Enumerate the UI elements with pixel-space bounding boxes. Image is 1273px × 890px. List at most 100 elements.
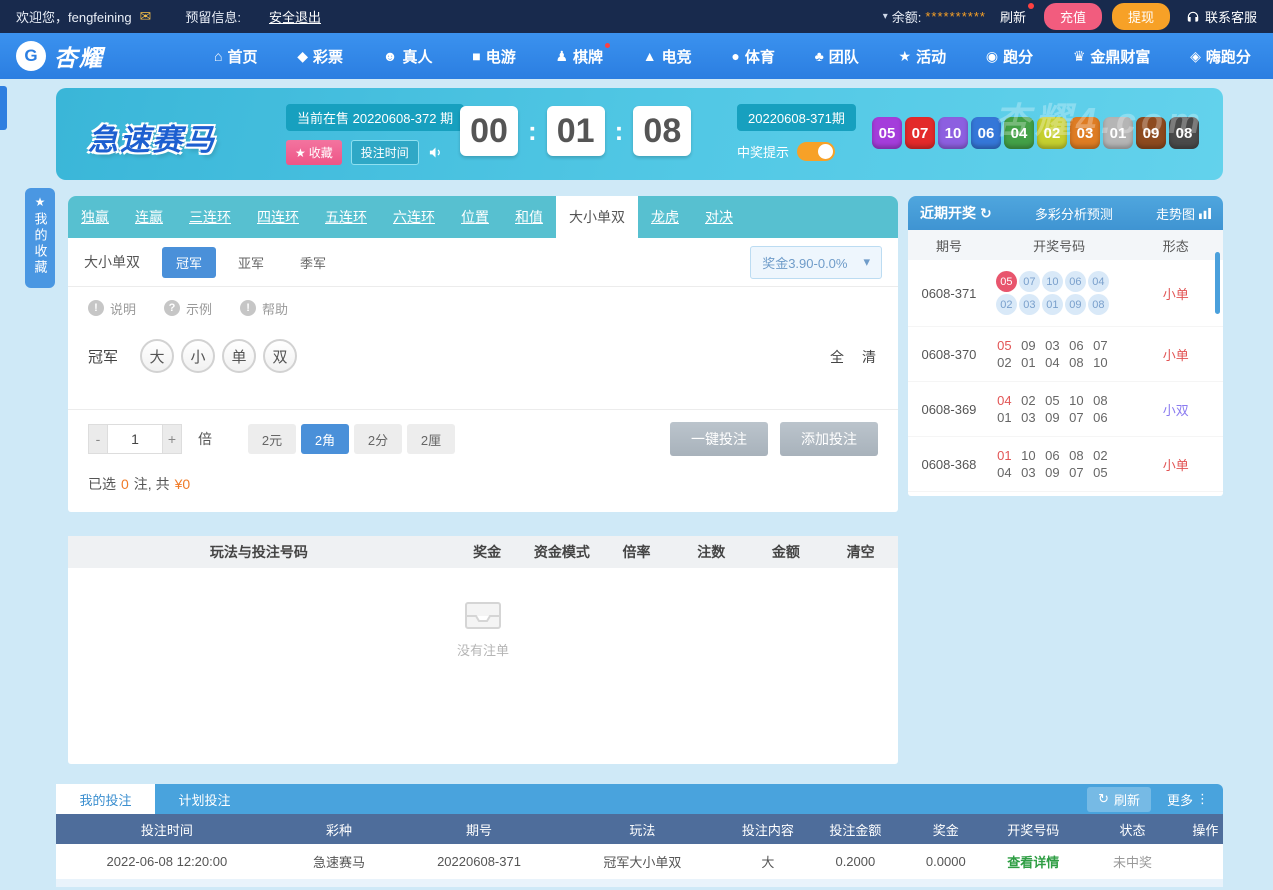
my-favorites-tab[interactable]: ★ 我的收藏 [25,188,55,288]
brand-logo[interactable]: G 杏耀 [16,39,104,73]
play-tab-five-chain[interactable]: 五连环 [312,196,380,238]
denomination-2-fen[interactable]: 2分 [354,424,402,454]
play-tab-duel[interactable]: 对决 [692,196,746,238]
bets-column-draw-numbers: 开奖号码 [1007,822,1060,838]
question-icon: ? [164,300,181,316]
win-tip-toggle[interactable] [797,142,836,161]
nav-item-team[interactable]: ♣ 团队 [815,46,859,67]
balance-caret-icon[interactable]: ▾ [883,11,888,22]
draw-numbers: 05 07 10 06 04 02 03 01 09 08 [990,269,1129,317]
play-tab-six-chain[interactable]: 六连环 [380,196,448,238]
info-icon: ! [240,300,257,316]
hint-help[interactable]: ! 帮助 [240,299,288,318]
draw-num-05: 05 [997,338,1012,353]
sidebar-column-1: 开奖号码 [1033,238,1086,254]
play-tab-big-small-odd-even[interactable]: 大小单双 [556,196,638,238]
nav-item-paofen[interactable]: ◉ 跑分 [986,46,1033,67]
quick-bet-button[interactable]: 一键投注 [670,422,768,456]
play-tab-label: 连赢 [135,209,163,225]
bet-option-big[interactable]: 大 [140,339,174,373]
bet-cell-draw-numbers[interactable]: 查看详情 [990,852,1078,871]
draw-num-03: 03 [1045,338,1060,353]
denomination-2-jiao[interactable]: 2角 [301,424,349,454]
bet-cell-status: 未中奖 [1112,855,1152,870]
stake-row: - + 倍 2元2角2分2厘 一键投注 添加投注 [68,410,898,468]
nav-item-e-games[interactable]: ■ 电游 [472,46,515,67]
rank-pill-third-place[interactable]: 季军 [286,247,340,278]
bet-cell-bet-amount: 0.2000 [835,854,876,869]
nav-item-jinding-wealth[interactable]: ♛ 金鼎财富 [1073,46,1151,67]
rank-pill-runner-up[interactable]: 亚军 [224,247,278,278]
more-button[interactable]: 更多 ⋮ [1167,790,1209,809]
hint-example[interactable]: ? 示例 [164,299,212,318]
betting-panel: 独赢 连赢 三连环 四连环 五连环 六连环 位置 和值 大小单双 龙虎 对决 大小单双 冠军 亚军 季军… [68,196,898,512]
sound-icon[interactable] [428,145,443,160]
draw-num-02: 02 [1093,448,1108,463]
current-issue-badge: 当前在售 20220608-372 期 [286,104,465,131]
scrollbar-thumb[interactable] [1215,252,1220,314]
draw-num-09: 09 [1045,410,1060,425]
bottom-tab-my-bets[interactable]: 我的投注 [56,784,155,814]
draw-num-09: 09 [1045,465,1060,480]
nav-item-lottery[interactable]: ◆ 彩票 [297,46,343,67]
bet-time-button[interactable]: 投注时间 [350,140,419,165]
bet-option-odd[interactable]: 单 [222,339,256,373]
denomination-2-li[interactable]: 2厘 [407,424,455,454]
select-all-link[interactable]: 全 [830,347,844,367]
multiplier-input[interactable] [108,424,162,454]
draw-number-line: 05 07 10 06 04 [995,271,1129,292]
topbar: 欢迎您，fengfeining ✉ 预留信息: 安全退出 ▾ 余额: *****… [0,0,1273,33]
bet-option-small[interactable]: 小 [181,339,215,373]
hint-instructions[interactable]: ! 说明 [88,299,136,318]
nav-item-sports[interactable]: ● 体育 [731,46,774,67]
bottom-tabs: 我的投注 计划投注 [56,784,254,814]
refresh-bets-button[interactable]: ↻ 刷新 [1087,786,1151,812]
add-bet-button[interactable]: 添加投注 [780,422,878,456]
play-tab-solo-win[interactable]: 独赢 [68,196,122,238]
banner-actions: ★ 收藏 投注时间 [286,140,443,165]
nav-item-hi-paofen[interactable]: ◈ 嗨跑分 [1190,46,1251,67]
chess-icon: ♟ [555,47,569,64]
select-all-clear: 全 清 [830,347,876,367]
sidebar-tab-recent-draws[interactable]: 近期开奖 ↻ [920,203,992,223]
bets-table-next-row-partial [56,879,1223,887]
rank-pill-champion[interactable]: 冠军 [162,246,217,278]
multiplier-minus-button[interactable]: - [88,424,108,454]
slip-header: 玩法与投注号码 奖金 资金模式 倍率 注数 金额 清空 [68,536,898,568]
recharge-button[interactable]: 充值 [1043,3,1102,30]
refresh-balance-link[interactable]: 刷新 [1000,3,1034,26]
bottom-tab-plan-bets[interactable]: 计划投注 [155,784,254,814]
selected-amount: ¥0 [174,476,191,492]
play-tab-three-chain[interactable]: 三连环 [176,196,244,238]
bonus-rate-select[interactable]: 奖金3.90-0.0% ▾ [750,245,882,279]
play-tab-label: 龙虎 [651,209,679,225]
sidebar-tab-trend-chart[interactable]: 走势图 [1156,204,1211,223]
nav-item-activity[interactable]: ★ 活动 [899,46,947,67]
bet-option-even[interactable]: 双 [263,339,297,373]
play-tab-dragon-tiger[interactable]: 龙虎 [638,196,692,238]
play-tab-four-chain[interactable]: 四连环 [244,196,312,238]
nav-item-home[interactable]: ⌂ 首页 [214,46,257,67]
collapsed-sidebar-handle[interactable] [0,86,7,130]
mail-icon[interactable]: ✉ [140,8,152,25]
play-tab-multi-win[interactable]: 连赢 [122,196,176,238]
draw-num-04: 04 [997,393,1012,408]
clear-link[interactable]: 清 [862,347,876,367]
nav-item-esports[interactable]: ▲ 电竞 [643,46,692,67]
star-icon: ★ [295,145,306,160]
customer-service-link[interactable]: 联系客服 [1186,7,1257,26]
nav-item-board-games[interactable]: ♟ 棋牌 [555,42,611,67]
denomination-2-yuan[interactable]: 2元 [248,424,296,454]
draw-issue: 0608-371 [921,285,977,301]
play-tab-sum[interactable]: 和值 [502,196,556,238]
nav-item-live-casino[interactable]: ☻ 真人 [383,46,433,67]
sidebar-tab-analysis-forecast[interactable]: 多彩分析预测 [1035,204,1113,223]
logout-link[interactable]: 安全退出 [269,7,321,26]
withdraw-button[interactable]: 提现 [1111,3,1170,30]
multiplier-plus-button[interactable]: + [162,424,182,454]
draw-shape: 小双 [1162,402,1189,418]
play-tab-position[interactable]: 位置 [448,196,502,238]
draw-number-line: 02 03 01 09 08 [995,294,1129,315]
favorite-button[interactable]: ★ 收藏 [286,140,342,165]
bet-options-row: 冠军 大小单双 全 清 [68,329,898,409]
